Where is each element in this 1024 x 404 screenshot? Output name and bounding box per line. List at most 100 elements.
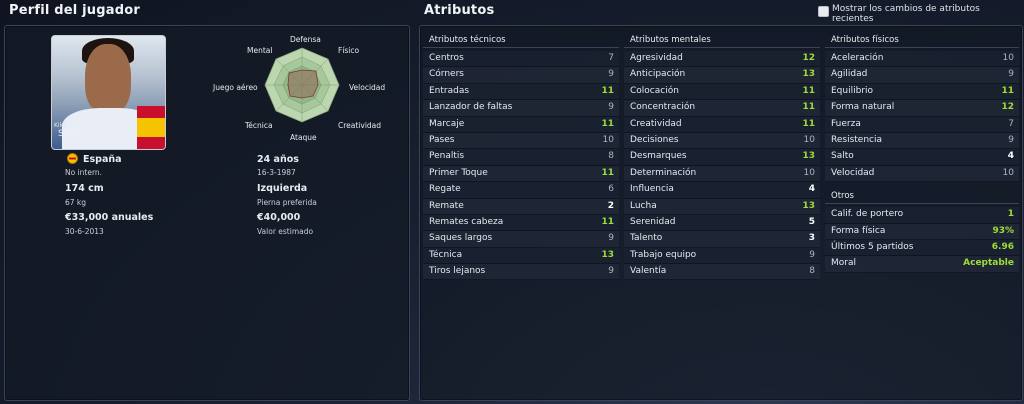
attribute-value: 10 [602, 134, 614, 145]
attribute-row[interactable]: Tiros lejanos 9 [423, 264, 619, 281]
attribute-row[interactable]: Últimos 5 partidos 6.96 [825, 239, 1019, 257]
attribute-row[interactable]: Agilidad 9 [825, 67, 1019, 84]
attribute-value: 1 [1007, 209, 1014, 220]
technical-attributes: Atributos técnicos Centros 7 Córners 9 Entra… [423, 33, 619, 281]
attribute-row[interactable]: Trabajo equipo 9 [624, 247, 820, 265]
attribute-row[interactable]: Saques largos 9 [423, 231, 619, 248]
attribute-row[interactable]: Influencia 4 [624, 182, 820, 199]
attribute-row[interactable]: Regate 6 [423, 182, 619, 199]
attribute-name: Agresividad [630, 53, 683, 63]
attribute-name: Calif. de portero [831, 209, 904, 220]
attribute-name: Decisiones [630, 134, 679, 145]
attribute-name: Últimos 5 partidos [831, 241, 914, 252]
estimated-value-label: Valor estimado [257, 227, 314, 236]
attribute-value: 5 [808, 216, 815, 227]
radar-label-ataque: Ataque [290, 133, 317, 142]
radar-label-mental: Mental [247, 46, 273, 55]
attribute-value: 4 [1007, 151, 1014, 162]
attribute-name: Salto [831, 151, 854, 162]
attribute-name: Aceleración [831, 53, 884, 63]
attribute-value: 9 [608, 69, 614, 80]
attribute-name: Creatividad [630, 118, 682, 129]
estimated-value: €40,000 [257, 212, 301, 223]
attribute-row[interactable]: Colocación 11 [624, 83, 820, 101]
radar-label-creatividad: Creatividad [338, 121, 382, 130]
attribute-value: 10 [1002, 167, 1014, 178]
attribute-name: Regate [429, 184, 461, 195]
attribute-row[interactable]: Talento 3 [624, 231, 820, 248]
attribute-row[interactable]: Forma física 93% [825, 223, 1019, 240]
attribute-row[interactable]: Anticipación 13 [624, 67, 820, 84]
attribute-row[interactable]: Pases 10 [423, 132, 619, 150]
show-changes-label[interactable]: Mostrar los cambios de atributos recient… [832, 4, 1024, 24]
attribute-row[interactable]: Penaltis 8 [423, 149, 619, 166]
player-intl: No intern. [65, 168, 103, 177]
attribute-name: Valentía [630, 266, 667, 277]
radar-label-fisico: Físico [338, 46, 360, 55]
attribute-row[interactable]: Lucha 13 [624, 198, 820, 215]
attribute-row[interactable]: Técnica 13 [423, 247, 619, 265]
attribute-value: 13 [601, 249, 614, 260]
attribute-row[interactable]: Calif. de portero 1 [825, 207, 1019, 224]
technical-title: Atributos técnicos [423, 33, 619, 48]
attribute-row[interactable]: Centros 7 [423, 51, 619, 68]
attribute-value: 9 [608, 102, 614, 113]
attribute-row[interactable]: Determinación 10 [624, 165, 820, 183]
physical-attributes: Atributos físicos Aceleración 10 Agilidad 9… [825, 33, 1019, 273]
attribute-name: Trabajo equipo [630, 249, 697, 260]
attribute-value: 11 [601, 167, 614, 178]
player-nation: España [83, 154, 122, 165]
player-wage: €33,000 anuales [65, 212, 154, 223]
attribute-row[interactable]: Córners 9 [423, 67, 619, 84]
attribute-name: Forma natural [831, 102, 895, 113]
attribute-row[interactable]: Desmarques 13 [624, 149, 820, 166]
attribute-row[interactable]: Aceleración 10 [825, 51, 1019, 68]
attribute-row[interactable]: Resistencia 9 [825, 132, 1019, 150]
attribute-row[interactable]: Primer Toque 11 [423, 165, 619, 183]
attribute-row[interactable]: Valentía 8 [624, 264, 820, 281]
attribute-name: Córners [429, 69, 464, 80]
attribute-value: 3 [808, 233, 815, 244]
attribute-value: 12 [1001, 102, 1014, 113]
attribute-row[interactable]: Remates cabeza 11 [423, 214, 619, 232]
attribute-row[interactable]: Equilibrio 11 [825, 83, 1019, 101]
attribute-row[interactable]: Moral Aceptable [825, 256, 1019, 273]
spain-flag-icon [137, 106, 165, 149]
attribute-row[interactable]: Marcaje 11 [423, 116, 619, 133]
attribute-value: 9 [1008, 134, 1014, 145]
attribute-row[interactable]: Forma natural 12 [825, 100, 1019, 117]
attribute-row[interactable]: Fuerza 7 [825, 116, 1019, 133]
attribute-row[interactable]: Creatividad 11 [624, 116, 820, 133]
attribute-row[interactable]: Agresividad 12 [624, 51, 820, 68]
attribute-name: Primer Toque [429, 167, 488, 178]
others-title: Otros [825, 189, 1019, 205]
attribute-value: 11 [1001, 85, 1014, 96]
attribute-value: 8 [608, 151, 614, 162]
nation-icon [67, 153, 78, 167]
attribute-row[interactable]: Salto 4 [825, 149, 1019, 166]
attribute-name: Técnica [429, 249, 463, 260]
attribute-name: Anticipación [630, 69, 686, 80]
show-changes-checkbox[interactable] [818, 6, 829, 17]
attribute-value: 8 [809, 266, 815, 277]
attribute-row[interactable]: Lanzador de faltas 9 [423, 100, 619, 117]
player-height: 174 cm [65, 183, 104, 194]
attribute-row[interactable]: Concentración 11 [624, 100, 820, 117]
attribute-value: 6 [608, 184, 614, 195]
attribute-row[interactable]: Decisiones 10 [624, 132, 820, 150]
attributes-title: Atributos [424, 3, 495, 18]
radar-label-tecnica: Técnica [245, 121, 273, 130]
attribute-name: Influencia [630, 184, 674, 195]
attribute-radar-chart [264, 47, 340, 123]
player-profile-panel: Kike SILVA España No intern. 174 cm 67 k… [4, 25, 410, 401]
attribute-row[interactable]: Serenidad 5 [624, 214, 820, 232]
attribute-value: 13 [802, 200, 815, 211]
attribute-row[interactable]: Entradas 11 [423, 83, 619, 101]
attribute-value: 11 [802, 118, 815, 129]
attribute-name: Moral [831, 258, 856, 269]
attribute-value: 11 [601, 118, 614, 129]
attribute-row[interactable]: Velocidad 10 [825, 165, 1019, 183]
attribute-value: 13 [802, 69, 815, 80]
attribute-row[interactable]: Remate 2 [423, 198, 619, 215]
player-age: 24 años [257, 154, 299, 165]
